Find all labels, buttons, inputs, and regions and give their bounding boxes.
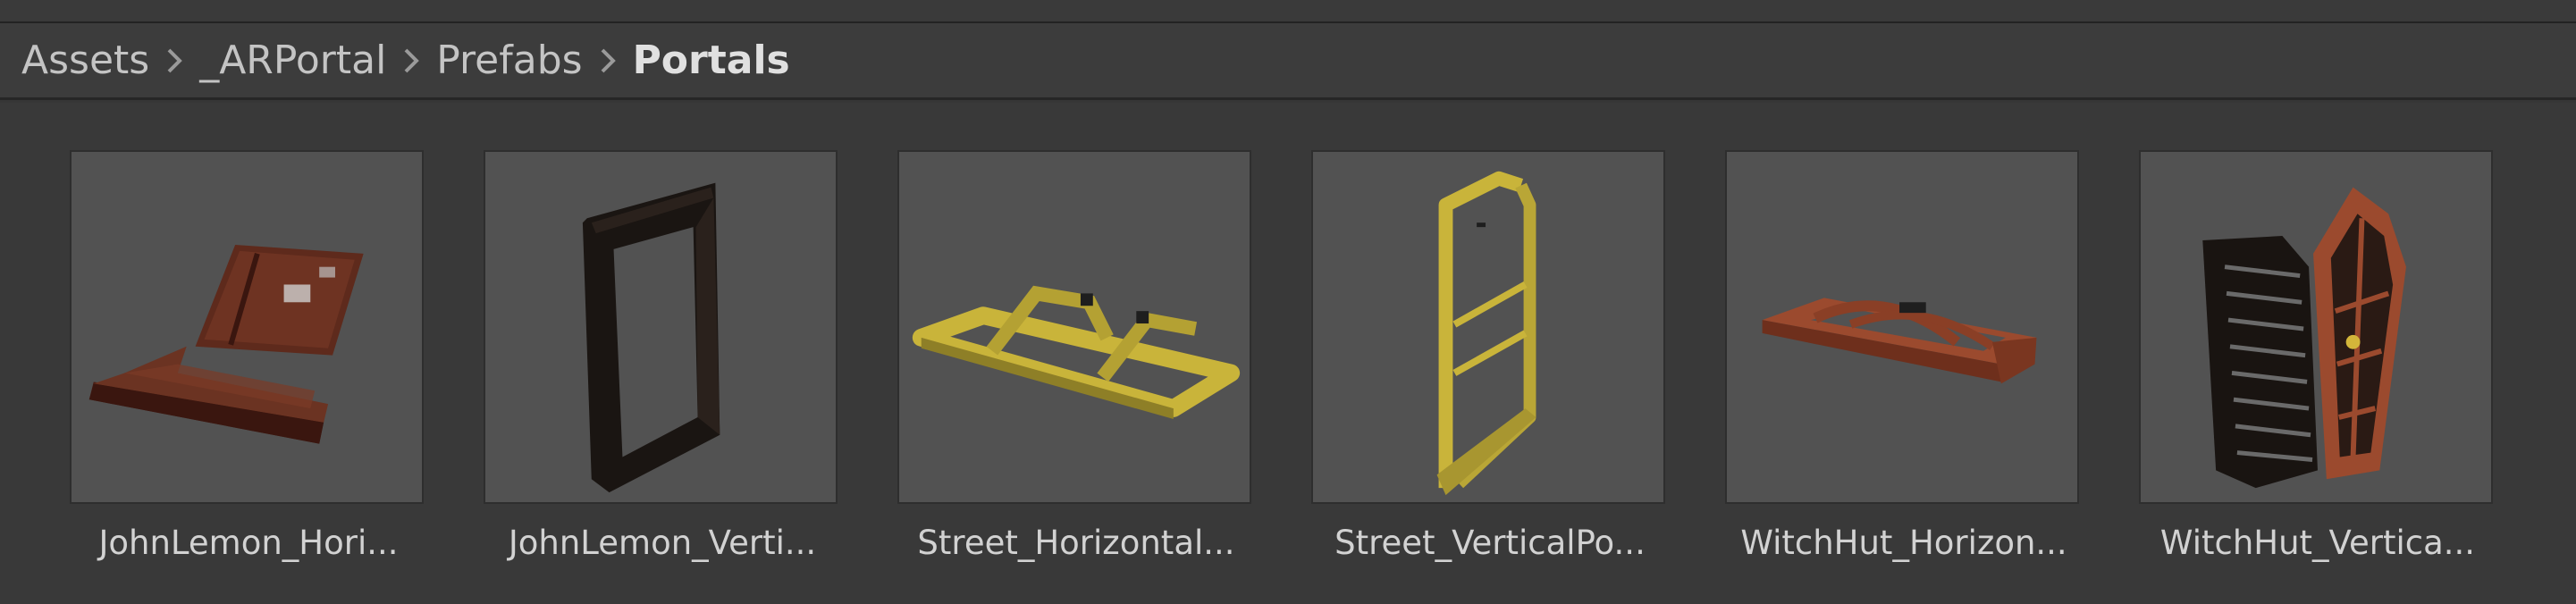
asset-grid: JohnLemon_Hori... JohnLemon_Verti... Str… [0,103,2576,604]
breadcrumb: Assets _ARPortal Prefabs Portals [0,23,2576,100]
vertical-portal-prefab-icon [1311,150,1665,504]
breadcrumb-assets[interactable]: Assets [21,22,149,99]
horizontal-portal-prefab-icon [70,150,424,504]
horizontal-portal-prefab-icon [1725,150,2079,504]
vertical-portal-prefab-icon [2139,150,2493,504]
asset-item-street-vertical[interactable]: Street_VerticalPo... [1311,150,1669,579]
asset-label: WitchHut_Vertica... [2159,524,2476,562]
breadcrumb-arportal[interactable]: _ARPortal [199,22,386,99]
asset-label: JohnLemon_Verti... [508,524,817,562]
asset-item-johnlemon-vertical[interactable]: JohnLemon_Verti... [484,150,841,579]
project-browser-window: Assets _ARPortal Prefabs Portals JohnLem… [0,0,2576,604]
asset-item-witchhut-horizontal[interactable]: WitchHut_Horizon... [1725,150,2083,579]
asset-item-street-horizontal[interactable]: Street_Horizontal... [897,150,1255,579]
chevron-right-icon [149,22,199,99]
window-top-strip [0,0,2576,23]
chevron-right-icon [386,22,436,99]
asset-label: WitchHut_Horizon... [1740,524,2067,562]
chevron-right-icon [583,22,633,99]
asset-label: Street_VerticalPo... [1334,524,1646,562]
asset-item-johnlemon-horizontal[interactable]: JohnLemon_Hori... [70,150,427,579]
breadcrumb-portals[interactable]: Portals [633,22,790,99]
asset-label: Street_Horizontal... [917,524,1235,562]
horizontal-portal-prefab-icon [897,150,1251,504]
breadcrumb-prefabs[interactable]: Prefabs [436,22,582,99]
asset-item-witchhut-vertical[interactable]: WitchHut_Vertica... [2139,150,2496,579]
vertical-portal-prefab-icon [484,150,838,504]
asset-label: JohnLemon_Hori... [98,524,399,562]
